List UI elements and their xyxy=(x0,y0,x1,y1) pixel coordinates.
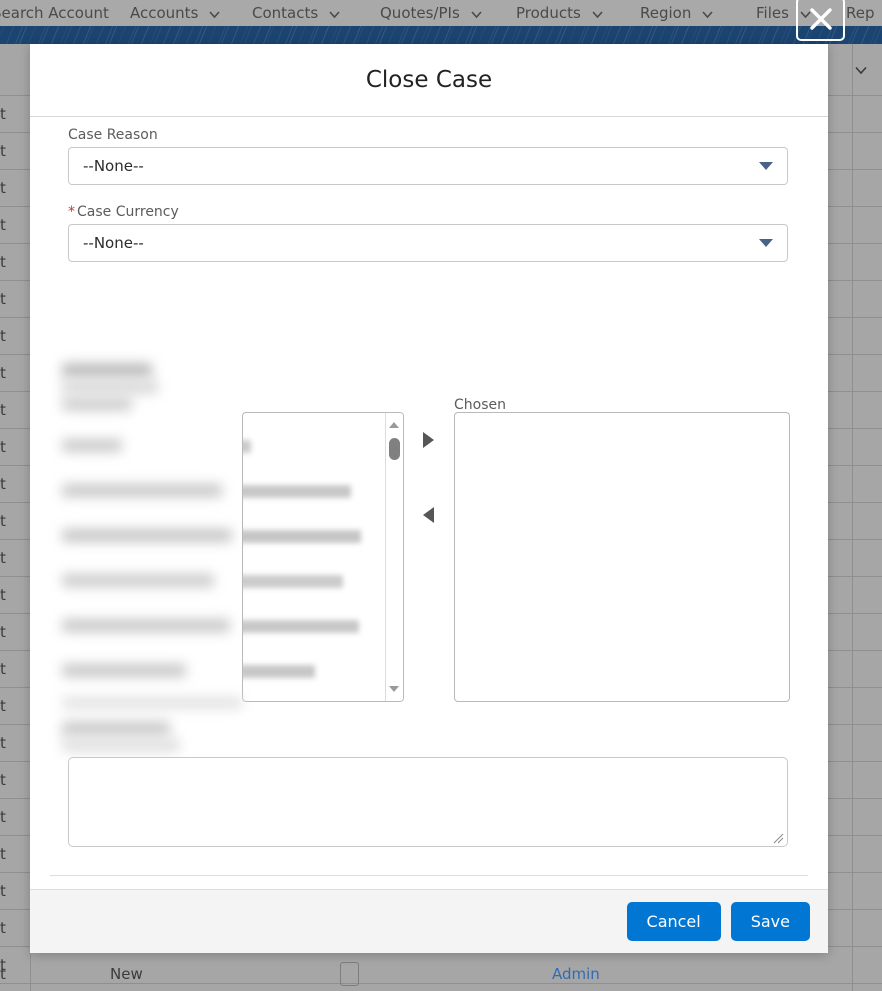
required-asterisk-icon: * xyxy=(68,204,75,220)
cell-col4-admin-link[interactable]: Admin xyxy=(552,965,752,983)
listbox-option[interactable] xyxy=(243,440,251,453)
modal-body: Case Reason --None-- * Case Currency --No… xyxy=(30,117,828,889)
close-icon xyxy=(809,8,832,30)
listbox-option[interactable] xyxy=(243,575,343,588)
redacted-label-block xyxy=(62,721,170,737)
listbox-option[interactable] xyxy=(243,485,351,498)
case-reason-value: --None-- xyxy=(83,157,144,175)
modal-header: Close Case xyxy=(30,44,828,117)
nav-item-contacts[interactable]: Contacts xyxy=(252,4,341,22)
nav-item-products[interactable]: Products xyxy=(516,4,604,22)
chevron-down-icon[interactable] xyxy=(591,7,604,20)
chosen-options-listbox[interactable] xyxy=(454,412,790,702)
nav-item-rep[interactable]: Rep xyxy=(846,4,875,22)
chevron-down-icon xyxy=(759,162,773,170)
nav-item-label: Files xyxy=(756,4,789,22)
redacted-label-block xyxy=(62,738,180,752)
section-divider xyxy=(50,875,808,876)
cancel-button[interactable]: Cancel xyxy=(626,902,721,941)
case-currency-label: * Case Currency xyxy=(68,204,179,220)
chevron-down-icon[interactable] xyxy=(328,7,341,20)
notes-textarea[interactable] xyxy=(68,757,788,847)
modal-footer: Cancel Save xyxy=(30,889,828,953)
listbox-option[interactable] xyxy=(243,665,315,678)
nav-item-label: Search Account xyxy=(0,4,109,22)
table-column-divider xyxy=(852,44,853,991)
redacted-list-item xyxy=(62,484,222,497)
redacted-label-block xyxy=(62,397,132,411)
nav-item-label: Contacts xyxy=(252,4,319,22)
case-reason-label-text: Case Reason xyxy=(68,127,158,143)
case-reason-label: Case Reason xyxy=(68,127,158,143)
redacted-list-item xyxy=(62,619,230,632)
scroll-up-icon[interactable] xyxy=(389,422,399,428)
nav-item-quotes-pis[interactable]: Quotes/PIs xyxy=(380,4,483,22)
triangle-right-icon xyxy=(422,432,434,448)
app-screen: Search Account Accounts Contacts Quotes/PIs… xyxy=(0,0,882,991)
nav-item-region[interactable]: Region xyxy=(640,4,714,22)
chevron-down-icon xyxy=(759,239,773,247)
redacted-list-item xyxy=(62,697,242,709)
resize-grip-icon[interactable] xyxy=(773,833,784,844)
chevron-down-icon[interactable] xyxy=(470,7,483,20)
scroll-down-icon[interactable] xyxy=(389,686,399,692)
case-currency-label-text: Case Currency xyxy=(77,204,179,220)
available-options-list xyxy=(243,413,385,701)
move-to-chosen-button[interactable] xyxy=(418,430,438,450)
global-navigation-bar: Search Account Accounts Contacts Quotes/PIs… xyxy=(0,0,882,26)
redacted-list-item xyxy=(62,574,214,587)
nav-item-label: Products xyxy=(516,4,581,22)
nav-item-label: Accounts xyxy=(130,4,199,22)
move-to-available-button[interactable] xyxy=(418,505,438,525)
cell-col3 xyxy=(340,962,552,986)
triangle-left-icon xyxy=(422,507,434,523)
chevron-down-icon[interactable] xyxy=(854,63,868,77)
redacted-label-block xyxy=(62,380,158,394)
scrollbar-thumb[interactable] xyxy=(389,438,400,460)
redacted-list-item xyxy=(62,664,186,677)
close-case-modal: Close Case Case Reason --None-- * Case Cu… xyxy=(30,44,828,953)
listbox-option[interactable] xyxy=(243,530,361,543)
nav-item-accounts[interactable]: Accounts xyxy=(130,4,221,22)
save-button[interactable]: Save xyxy=(730,902,810,941)
nav-item-label: Region xyxy=(640,4,692,22)
available-options-listbox[interactable] xyxy=(242,412,404,702)
brand-banner xyxy=(0,26,882,44)
table-row[interactable]: t New Admin xyxy=(0,957,882,991)
case-currency-select[interactable]: --None-- xyxy=(68,224,788,262)
chosen-listbox-label: Chosen xyxy=(454,397,506,413)
redacted-list-item xyxy=(62,529,232,542)
case-reason-select[interactable]: --None-- xyxy=(68,147,788,185)
cell-col2: New xyxy=(110,965,143,983)
close-modal-button[interactable] xyxy=(796,0,845,41)
modal-title: Close Case xyxy=(365,67,493,93)
nav-item-search-account[interactable]: Search Account xyxy=(0,4,109,22)
listbox-option[interactable] xyxy=(243,620,359,633)
redacted-list-item xyxy=(62,439,122,452)
chevron-down-icon[interactable] xyxy=(208,7,221,20)
chevron-down-icon[interactable] xyxy=(701,7,714,20)
nav-item-label: Rep xyxy=(846,4,875,22)
redacted-label-block xyxy=(62,363,152,378)
case-currency-value: --None-- xyxy=(83,234,144,252)
cell-col1: t xyxy=(0,965,6,983)
row-checkbox[interactable] xyxy=(340,962,359,986)
listbox-scrollbar[interactable] xyxy=(385,413,403,701)
nav-item-label: Quotes/PIs xyxy=(380,4,460,22)
